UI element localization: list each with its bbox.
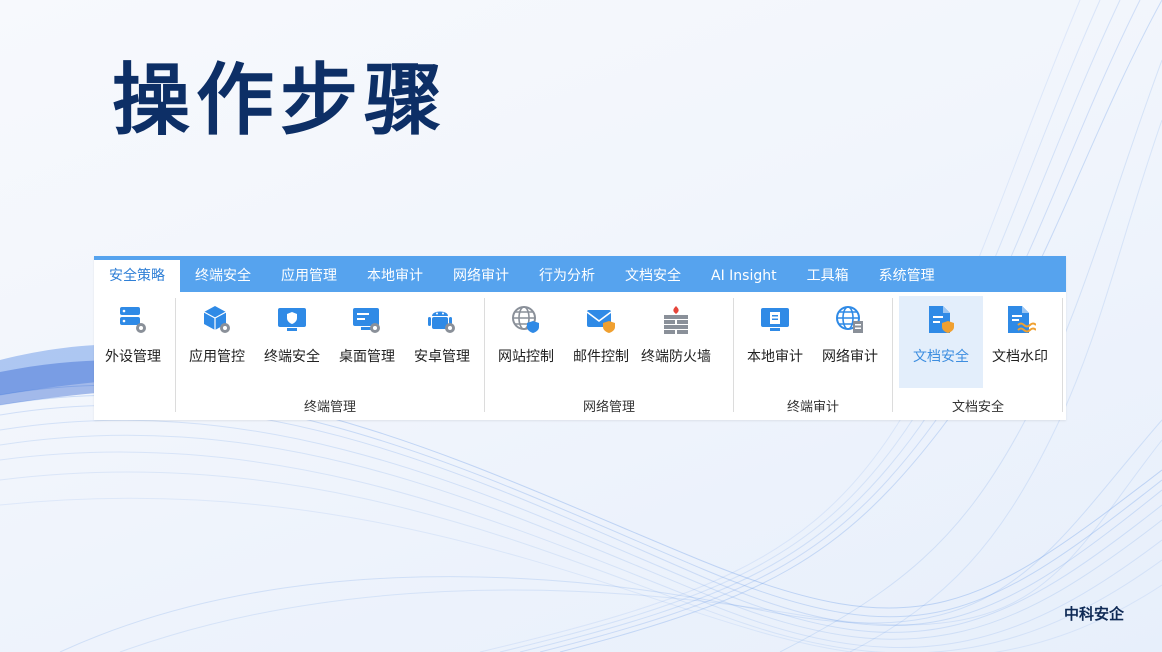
group-label: 终端管理 [303,400,356,415]
server-gear-icon [120,307,146,333]
tab-toolbox[interactable]: 工具箱 [792,256,864,292]
local-audit-button[interactable]: 本地审计 [738,296,812,388]
tab-ai-insight[interactable]: AI Insight [696,256,792,292]
group-endpoint-audit: 本地审计 网络审计 终端审计 [734,292,892,420]
button-label: 网络审计 [822,349,878,365]
document-security-button[interactable]: 文档安全 [899,296,983,388]
button-label: 应用管控 [189,349,245,365]
globe-shield-icon [512,306,539,333]
globe-doc-icon [836,306,863,333]
document-watermark-icon [1008,306,1036,333]
endpoint-security-button[interactable]: 终端安全 [255,296,329,388]
desktop-gear-icon [353,308,380,333]
button-label: 本地审计 [747,349,803,365]
tab-system-management[interactable]: 系统管理 [864,256,950,292]
monitor-doc-icon [761,308,789,331]
tab-security-policy[interactable]: 安全策略 [94,260,180,292]
endpoint-firewall-button[interactable]: 终端防火墙 [639,296,713,388]
button-label: 安卓管理 [414,349,470,365]
button-label: 文档水印 [992,349,1048,365]
ribbon-toolbar: 安全策略 终端安全 应用管理 本地审计 网络审计 行为分析 文档安全 AI In… [94,256,1066,420]
button-label: 终端防火墙 [641,349,711,365]
button-label: 邮件控制 [573,349,629,365]
tab-local-audit[interactable]: 本地审计 [352,256,438,292]
slide-title: 操作步骤 [112,56,449,146]
tab-network-audit[interactable]: 网络审计 [438,256,524,292]
group-peripheral: 外设管理 [94,292,174,420]
group-document-security: 文档安全 文档水印 文档安全 [893,292,1063,420]
group-label: 终端审计 [786,400,839,415]
document-watermark-button[interactable]: 文档水印 [983,296,1057,388]
button-label: 文档安全 [913,349,969,365]
tab-document-security[interactable]: 文档安全 [610,256,696,292]
group-divider [1062,298,1063,412]
button-label: 外设管理 [105,349,161,365]
button-label: 网站控制 [498,349,554,365]
android-gear-icon [428,311,455,333]
button-label: 桌面管理 [339,349,395,365]
ribbon-tab-bar: 安全策略 终端安全 应用管理 本地审计 网络审计 行为分析 文档安全 AI In… [94,256,1066,292]
brand-logo-text: 中科安企 [1063,605,1124,623]
group-label: 文档安全 [951,400,1004,415]
peripheral-management-button[interactable]: 外设管理 [96,296,170,388]
network-audit-button[interactable]: 网络审计 [813,296,887,388]
group-endpoint-management: 应用管控 终端安全 桌面管理 安卓管理 终端管理 [176,292,484,420]
tab-endpoint-security[interactable]: 终端安全 [180,256,266,292]
app-control-button[interactable]: 应用管控 [180,296,254,388]
firewall-icon [664,306,688,334]
group-label: 网络管理 [582,400,635,415]
cube-gear-icon [203,306,230,333]
button-label: 终端安全 [264,349,320,365]
document-shield-icon [929,306,954,333]
mail-shield-icon [586,310,615,333]
monitor-shield-icon [278,308,306,331]
desktop-management-button[interactable]: 桌面管理 [330,296,404,388]
group-network-management: 网站控制 邮件控制 终端防火墙 网络管理 [485,292,733,420]
website-control-button[interactable]: 网站控制 [489,296,563,388]
tab-behavior-analysis[interactable]: 行为分析 [524,256,610,292]
mail-control-button[interactable]: 邮件控制 [564,296,638,388]
ribbon-panel: 外设管理 应用管控 终端安全 桌面管理 安卓管理 终端管理 网站控制 邮件控制 … [94,292,1066,420]
tab-app-management[interactable]: 应用管理 [266,256,352,292]
android-management-button[interactable]: 安卓管理 [405,296,479,388]
